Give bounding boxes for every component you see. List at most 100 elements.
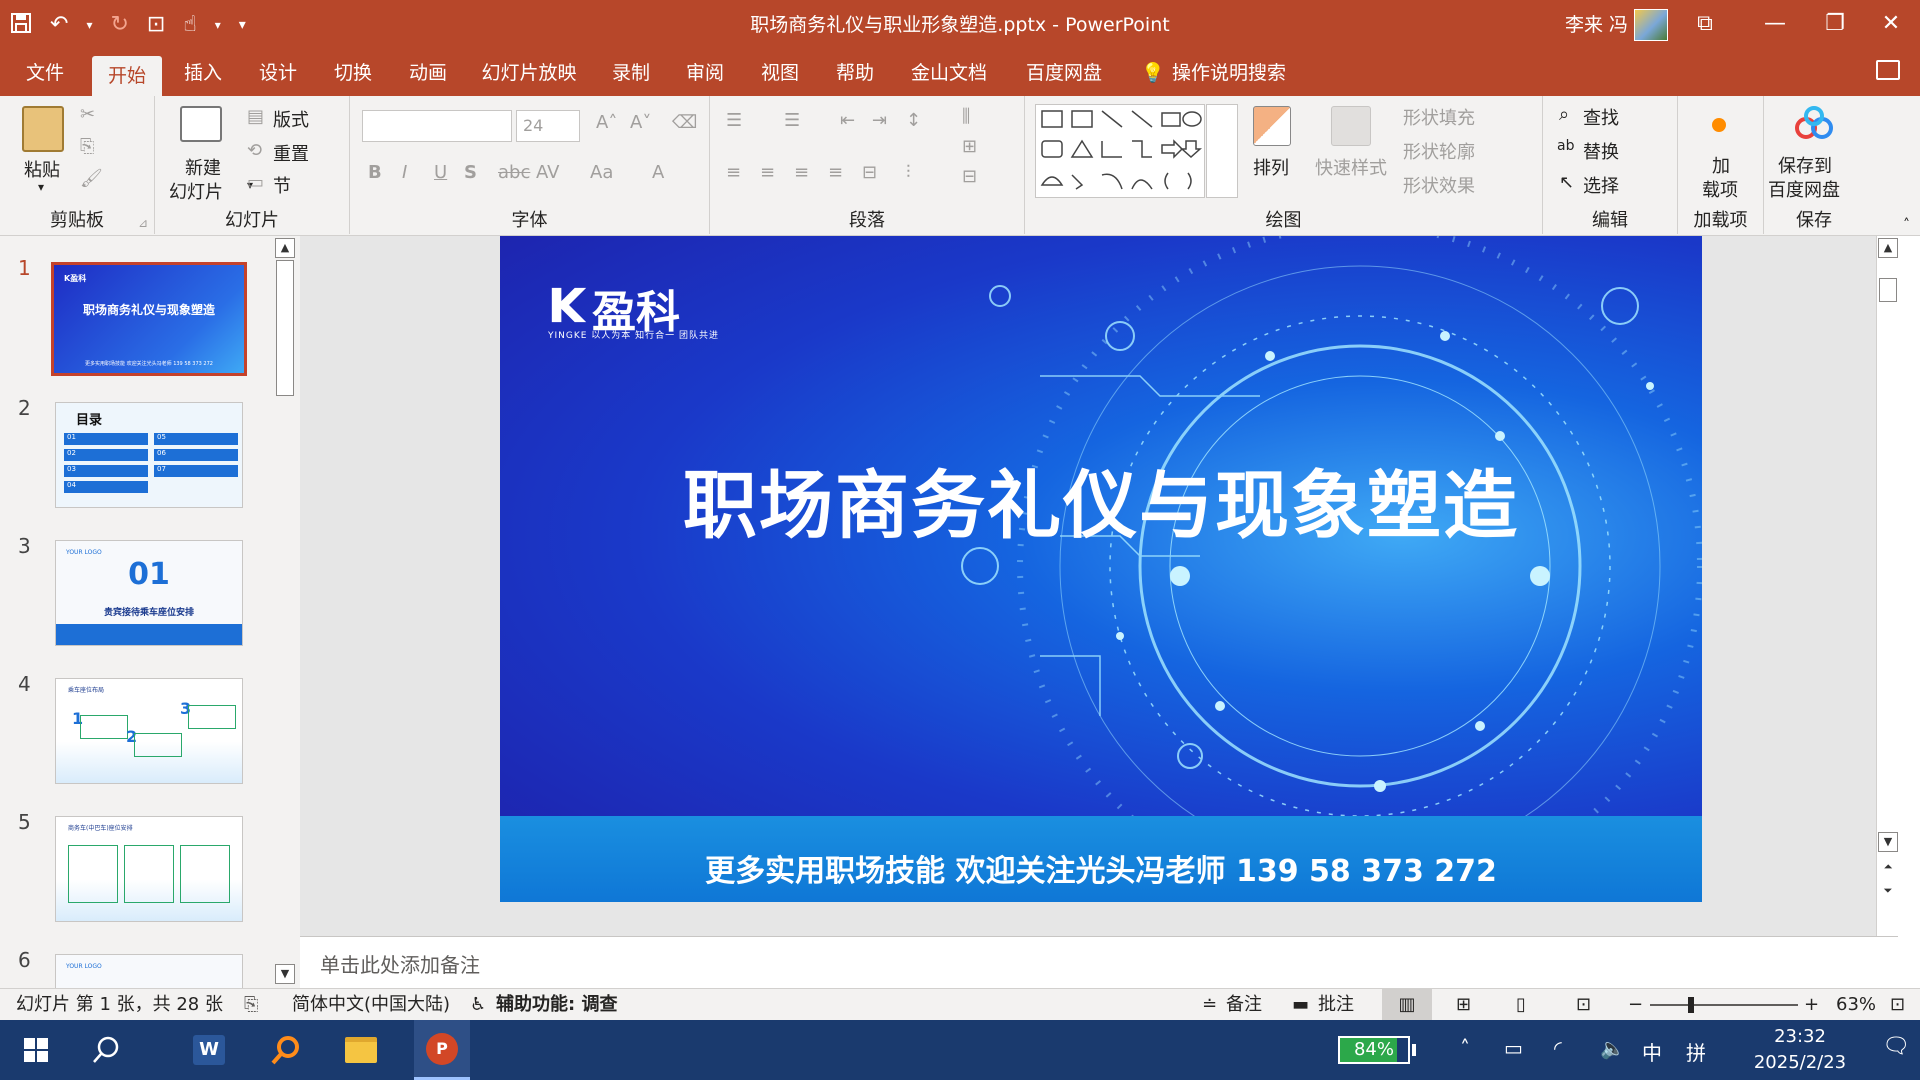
collapse-ribbon-icon[interactable]: ˄ [1903, 217, 1910, 233]
thumbnail-slide-6[interactable]: YOUR LOGO [55, 954, 243, 988]
notes-button[interactable]: 备注 [1226, 989, 1262, 1021]
font-size-box[interactable]: 24 [516, 110, 580, 142]
present-from-start-icon[interactable]: ⊡ [147, 14, 165, 36]
bold-button[interactable]: B [368, 162, 382, 183]
columns-icon[interactable]: ⫶ [906, 162, 911, 183]
find-button[interactable]: 查找 [1583, 104, 1619, 130]
tab-design[interactable]: 设计 [247, 50, 309, 96]
shape-effects-button[interactable]: 形状效果 [1403, 172, 1475, 198]
slideshow-icon[interactable]: ⊡ [1576, 989, 1591, 1021]
new-slide-button[interactable]: 新建 [185, 154, 221, 180]
user-name[interactable]: 李来 冯 [1565, 0, 1628, 50]
zoom-slider-track[interactable] [1650, 1004, 1798, 1006]
tell-me-search[interactable]: 操作说明搜索 [1172, 50, 1292, 96]
clock-time[interactable]: 23:32 [1750, 1026, 1850, 1047]
clear-formatting-icon[interactable]: ⌫ [672, 112, 697, 133]
baidu-netdisk-icon[interactable] [1794, 106, 1834, 142]
show-hidden-icons-icon[interactable]: ˄ [1460, 1036, 1470, 1060]
powerpoint-app-icon[interactable]: P [414, 1020, 470, 1080]
comments-icon[interactable] [1876, 60, 1900, 80]
change-case-button[interactable]: Aa [590, 162, 613, 183]
align-right-icon[interactable]: ≡ [794, 162, 809, 183]
quick-styles-button[interactable]: 快速样式 [1315, 154, 1387, 180]
tab-animations[interactable]: 动画 [397, 50, 459, 96]
new-slide-button-2[interactable]: 幻灯片 [169, 178, 223, 204]
arrange-button[interactable]: 排列 [1253, 154, 1289, 180]
paste-button[interactable]: 粘贴 [24, 156, 60, 182]
scroll-down-icon[interactable]: ▼ [1878, 832, 1898, 852]
layout-button[interactable]: 版式 [273, 106, 309, 132]
zoom-level[interactable]: 63% [1836, 989, 1876, 1021]
ribbon-display-icon[interactable]: ⧉ [1670, 0, 1740, 50]
grow-font-icon[interactable]: A˄ [596, 112, 617, 133]
next-slide-icon[interactable]: ⏷ [1878, 882, 1898, 902]
shapes-more-button[interactable] [1206, 104, 1238, 198]
tab-record[interactable]: 录制 [600, 50, 662, 96]
increase-indent-icon[interactable]: ⇥ [872, 110, 887, 131]
scroll-thumb[interactable] [276, 260, 294, 396]
copy-icon[interactable]: ⎘ [80, 136, 94, 157]
battery-indicator[interactable]: 84% [1338, 1036, 1410, 1064]
search-icon[interactable] [86, 1020, 126, 1080]
clock-date[interactable]: 2025/2/23 [1730, 1052, 1870, 1073]
shape-outline-button[interactable]: 形状轮廓 [1403, 138, 1475, 164]
comments-button[interactable]: 批注 [1318, 989, 1354, 1021]
tab-review[interactable]: 审阅 [674, 50, 736, 96]
tab-file[interactable]: 文件 [14, 50, 76, 96]
shapes-gallery[interactable] [1035, 104, 1205, 198]
search-tool-app-icon[interactable] [262, 1020, 308, 1080]
tab-view[interactable]: 视图 [749, 50, 811, 96]
font-color-button[interactable]: A [652, 162, 664, 183]
redo-icon[interactable]: ↻ [110, 14, 128, 36]
tab-kingsoft-docs[interactable]: 金山文档 [900, 50, 998, 96]
scroll-up-icon[interactable]: ▲ [1878, 238, 1898, 258]
zoom-out-icon[interactable]: − [1628, 989, 1643, 1021]
tab-help[interactable]: 帮助 [824, 50, 886, 96]
layout-icon[interactable]: ▤ [247, 106, 264, 127]
close-icon[interactable]: ✕ [1856, 0, 1920, 50]
accessibility-status[interactable]: 辅助功能: 调查 [496, 989, 617, 1021]
avatar[interactable] [1634, 9, 1668, 41]
current-slide[interactable]: 盈科 YINGKE 以人为本 知行合一 团队共进 职场商务礼仪与现象塑造 更多实… [500, 236, 1702, 902]
align-text-icon[interactable]: ⊞ [962, 136, 977, 157]
underline-button[interactable]: U [434, 162, 447, 183]
customize-qat-icon[interactable]: ▾ [239, 18, 246, 32]
save-to-netdisk-button-2[interactable]: 百度网盘 [1768, 176, 1840, 202]
normal-view-icon[interactable]: ▥ [1382, 989, 1432, 1021]
fit-slide-icon[interactable]: ⊡ [1890, 989, 1905, 1021]
shape-fill-button[interactable]: 形状填充 [1403, 104, 1475, 130]
distributed-icon[interactable]: ⊟ [862, 162, 877, 183]
notes-placeholder[interactable]: 单击此处添加备注 [320, 949, 480, 978]
character-spacing-button[interactable]: AV [536, 162, 559, 183]
addins-icon[interactable] [1712, 118, 1726, 132]
previous-slide-icon[interactable]: ⏶ [1878, 858, 1898, 878]
scroll-up-icon[interactable]: ▲ [275, 238, 295, 258]
text-direction-icon[interactable]: ⫼ [962, 106, 970, 127]
undo-dropdown-icon[interactable]: ▾ [86, 19, 92, 31]
font-name-box[interactable] [362, 110, 512, 142]
windows-start-icon[interactable] [16, 1020, 56, 1080]
paste-dropdown-icon[interactable]: ▾ [38, 180, 44, 194]
select-button[interactable]: 选择 [1583, 172, 1619, 198]
align-center-icon[interactable]: ≡ [760, 162, 775, 183]
paste-icon[interactable] [22, 106, 64, 152]
dialog-launcher-icon[interactable]: ⊿ [138, 216, 148, 230]
save-icon[interactable] [10, 12, 32, 39]
section-button[interactable]: 节 [273, 172, 291, 198]
new-slide-icon[interactable] [180, 106, 222, 142]
reading-view-icon[interactable]: ▯ [1516, 989, 1526, 1021]
replace-button[interactable]: 替换 [1583, 138, 1619, 164]
thumbnail-slide-2[interactable]: 目录 01 02 03 04 05 06 07 [55, 402, 243, 508]
justify-icon[interactable]: ≡ [828, 162, 843, 183]
volume-icon[interactable]: 🔈 [1600, 1036, 1625, 1060]
reset-button[interactable]: 重置 [273, 140, 309, 166]
tab-transitions[interactable]: 切换 [322, 50, 384, 96]
touch-dropdown-icon[interactable]: ▾ [215, 19, 221, 31]
thumbnails-scrollbar[interactable]: ▲ ▼ [274, 236, 296, 988]
numbering-icon[interactable]: ☰ [784, 110, 800, 131]
section-icon[interactable]: ▭ [247, 172, 264, 193]
lightbulb-icon[interactable]: 💡 [1138, 50, 1168, 96]
quick-styles-icon[interactable] [1331, 106, 1371, 146]
spellcheck-icon[interactable]: ⎘ [244, 989, 258, 1021]
notes-pane[interactable]: 单击此处添加备注 [300, 936, 1898, 988]
